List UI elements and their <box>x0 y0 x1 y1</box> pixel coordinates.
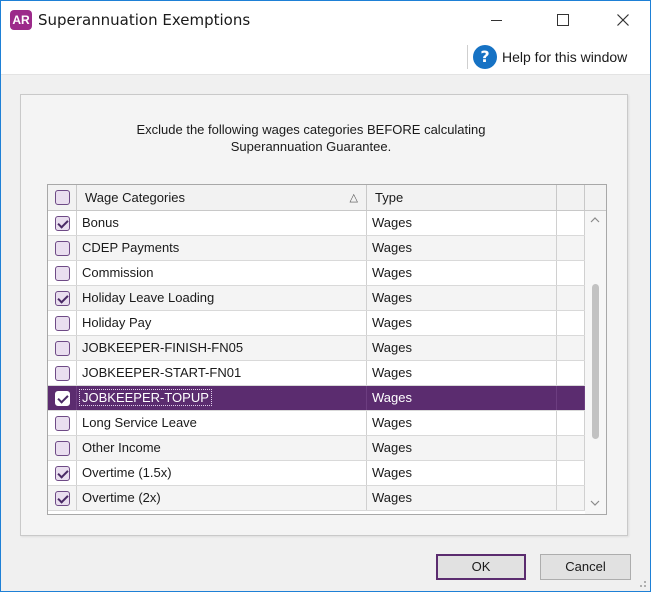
help-separator <box>467 45 468 69</box>
maximize-button[interactable] <box>539 1 585 39</box>
table-row[interactable]: JOBKEEPER-START-FN01 Wages <box>48 361 585 386</box>
row-checkbox[interactable] <box>55 316 70 331</box>
row-checkbox[interactable] <box>55 266 70 281</box>
column-header-category-label: Wage Categories <box>85 190 185 205</box>
row-checkbox[interactable] <box>55 291 70 306</box>
category-cell: JOBKEEPER-START-FN01 <box>77 361 367 385</box>
scroll-down-icon[interactable] <box>590 498 600 508</box>
cancel-button[interactable]: Cancel <box>540 554 631 580</box>
row-checkbox[interactable] <box>55 441 70 456</box>
title-bar[interactable]: AR Superannuation Exemptions <box>1 1 650 39</box>
category-cell: Long Service Leave <box>77 411 367 435</box>
table-row[interactable]: Other Income Wages <box>48 436 585 461</box>
type-cell: Wages <box>367 486 557 510</box>
help-icon[interactable]: ? <box>473 45 497 69</box>
main-panel: Exclude the following wages categories B… <box>20 94 628 536</box>
vertical-scrollbar[interactable] <box>585 211 606 514</box>
app-logo: AR <box>10 10 32 30</box>
grid-rows: Bonus Wages CDEP Payments Wages Commissi… <box>48 211 585 511</box>
table-row[interactable]: Holiday Pay Wages <box>48 311 585 336</box>
column-header-type[interactable]: Type <box>367 185 557 211</box>
type-cell: Wages <box>367 261 557 285</box>
table-row-selected[interactable]: JOBKEEPER-TOPUP Wages <box>48 386 585 411</box>
column-header-category[interactable]: Wage Categories △ <box>77 185 367 211</box>
category-cell: Holiday Pay <box>77 311 367 335</box>
table-row[interactable]: Overtime (1.5x) Wages <box>48 461 585 486</box>
instruction-text: Exclude the following wages categories B… <box>41 121 581 155</box>
category-cell: Overtime (2x) <box>77 486 367 510</box>
instruction-line-1: Exclude the following wages categories B… <box>136 122 486 137</box>
category-cell: Bonus <box>77 211 367 235</box>
table-row[interactable]: Holiday Leave Loading Wages <box>48 286 585 311</box>
ok-button[interactable]: OK <box>436 554 526 580</box>
help-link[interactable]: ? Help for this window <box>473 45 627 69</box>
column-header-extra <box>557 185 585 211</box>
type-cell: Wages <box>367 211 557 235</box>
scrollbar-thumb[interactable] <box>592 284 599 439</box>
table-row[interactable]: Bonus Wages <box>48 211 585 236</box>
row-checkbox[interactable] <box>55 491 70 506</box>
category-cell: JOBKEEPER-TOPUP <box>79 389 212 406</box>
row-checkbox[interactable] <box>55 416 70 431</box>
row-checkbox[interactable] <box>55 216 70 231</box>
type-cell: Wages <box>367 311 557 335</box>
help-label[interactable]: Help for this window <box>502 49 627 65</box>
select-all-header[interactable] <box>48 185 77 211</box>
category-cell: Holiday Leave Loading <box>77 286 367 310</box>
category-cell: Commission <box>77 261 367 285</box>
type-cell: Wages <box>367 286 557 310</box>
resize-grip-icon[interactable] <box>637 578 647 588</box>
column-header-type-label: Type <box>375 190 404 205</box>
instruction-line-2: Superannuation Guarantee. <box>230 139 392 154</box>
table-row[interactable]: Long Service Leave Wages <box>48 411 585 436</box>
type-cell: Wages <box>367 386 557 410</box>
window-title: Superannuation Exemptions <box>38 11 251 29</box>
minimize-button[interactable] <box>473 1 519 39</box>
table-row[interactable]: Commission Wages <box>48 261 585 286</box>
type-cell: Wages <box>367 361 557 385</box>
category-cell: JOBKEEPER-FINISH-FN05 <box>77 336 367 360</box>
type-cell: Wages <box>367 411 557 435</box>
type-cell: Wages <box>367 336 557 360</box>
type-cell: Wages <box>367 436 557 460</box>
select-all-checkbox[interactable] <box>55 190 70 205</box>
category-cell: Other Income <box>77 436 367 460</box>
table-row[interactable]: Overtime (2x) Wages <box>48 486 585 511</box>
row-checkbox[interactable] <box>55 341 70 356</box>
sort-ascending-icon: △ <box>349 192 358 204</box>
type-cell: Wages <box>367 461 557 485</box>
wage-categories-grid: Wage Categories △ Type Bonus Wages CDEP <box>47 184 607 515</box>
category-cell: CDEP Payments <box>77 236 367 260</box>
close-icon <box>617 14 629 26</box>
help-bar: ? Help for this window <box>1 39 650 75</box>
category-cell: Overtime (1.5x) <box>77 461 367 485</box>
row-checkbox[interactable] <box>55 466 70 481</box>
type-cell: Wages <box>367 236 557 260</box>
row-checkbox[interactable] <box>55 366 70 381</box>
table-row[interactable]: CDEP Payments Wages <box>48 236 585 261</box>
row-checkbox[interactable] <box>55 391 70 406</box>
grid-header: Wage Categories △ Type <box>48 185 606 211</box>
close-button[interactable] <box>601 1 647 39</box>
table-row[interactable]: JOBKEEPER-FINISH-FN05 Wages <box>48 336 585 361</box>
dialog-window: AR Superannuation Exemptions ? Help for … <box>0 0 651 592</box>
scroll-up-icon[interactable] <box>590 215 600 225</box>
row-checkbox[interactable] <box>55 241 70 256</box>
